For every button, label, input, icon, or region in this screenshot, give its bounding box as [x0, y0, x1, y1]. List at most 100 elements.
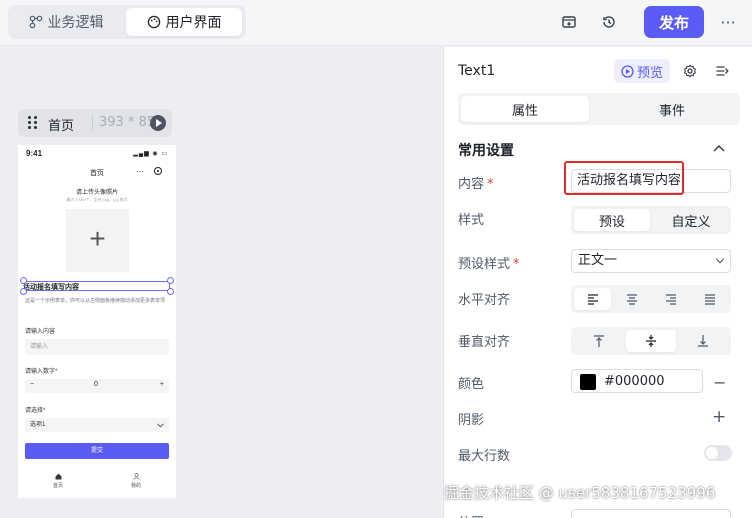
tab-business-logic[interactable]: 业务逻辑: [12, 8, 120, 36]
component-name: Text1: [458, 63, 496, 79]
valign-top-icon: [594, 335, 604, 347]
resize-handle[interactable]: [20, 277, 27, 284]
palette-icon: [147, 15, 160, 29]
add-shadow-button[interactable]: +: [712, 407, 726, 427]
form-description: 这是一个示例表单，你可以从左侧面板继续拖动添加更多表单项: [25, 298, 166, 304]
flow-icon: [29, 15, 42, 29]
stepper-minus[interactable]: −: [30, 381, 34, 388]
resize-handle[interactable]: [167, 277, 174, 284]
design-canvas: 首页 393 * 852 9:41 ▂▄▆ ◉ ▭ 首页 ··· 请上传头像照片…: [0, 47, 442, 518]
valign-middle-button[interactable]: [626, 330, 676, 352]
collapse-panel-icon[interactable]: [714, 63, 730, 79]
highlight-box: [564, 161, 684, 195]
more-menu-icon[interactable]: ···: [716, 10, 740, 34]
preset-style-value: 正文一: [578, 253, 618, 268]
upload-hint: 最大 5 Mb/个，支持 png、jpg 格式: [66, 197, 128, 202]
status-icons: ▂▄▆ ◉ ▭: [133, 151, 168, 157]
phone-tab-mine[interactable]: 我的: [126, 472, 146, 489]
play-circle-icon: [621, 64, 634, 78]
page-name: 首页: [48, 119, 75, 134]
maxlines-label: 最大行数: [458, 449, 511, 464]
input-label: 请输入内容: [25, 329, 56, 335]
submit-button[interactable]: 提交: [25, 443, 169, 459]
preset-style-select[interactable]: 正文一: [571, 249, 731, 273]
valign-middle-icon: [646, 335, 656, 347]
align-left-icon: [587, 294, 598, 305]
resize-handle[interactable]: [20, 288, 27, 295]
position-select[interactable]: [571, 509, 731, 518]
section-title: 常用设置: [458, 143, 514, 159]
phone-tab-home[interactable]: 首页: [48, 473, 68, 489]
top-bar: 业务逻辑 用户界面 发布 ···: [0, 0, 752, 46]
phone-text-input[interactable]: 请输入: [25, 339, 169, 355]
tab-properties[interactable]: 属性: [461, 96, 589, 122]
upload-title: 请上传头像照片: [75, 190, 118, 196]
preview-label: 预览: [636, 65, 663, 81]
chevron-down-icon: [157, 423, 164, 428]
chevron-up-icon[interactable]: [712, 143, 726, 153]
content-label: 内容 *: [458, 173, 494, 192]
color-hex-value: #000000: [604, 374, 665, 389]
phone-close-icon[interactable]: [154, 167, 162, 175]
selected-text: 活动报名填写内容: [23, 284, 79, 291]
quantity-stepper[interactable]: − 0 +: [25, 379, 169, 393]
phone-page-title: 首页: [90, 170, 104, 177]
stepper-plus[interactable]: +: [160, 381, 164, 388]
style-option-preset[interactable]: 预设: [574, 209, 650, 231]
align-left-button[interactable]: [574, 288, 611, 310]
halign-label: 水平对齐: [458, 293, 511, 308]
drag-handle-icon[interactable]: [28, 116, 38, 130]
align-center-button[interactable]: [613, 288, 650, 310]
save-icon[interactable]: [558, 11, 580, 33]
selected-text-component[interactable]: 活动报名填写内容: [20, 277, 174, 295]
publish-button[interactable]: 发布: [644, 6, 704, 38]
number-label: 请输入数字*: [25, 369, 58, 375]
required-mark: *: [513, 257, 520, 272]
color-label: 颜色: [458, 377, 485, 392]
upload-plus-icon[interactable]: +: [66, 209, 129, 272]
phone-tab-home-label: 首页: [52, 483, 63, 489]
history-icon[interactable]: [598, 11, 620, 33]
resize-handle[interactable]: [167, 288, 174, 295]
maxlines-toggle[interactable]: [704, 445, 732, 461]
align-justify-icon: [704, 294, 715, 305]
valign-segmented: [571, 327, 731, 355]
color-swatch[interactable]: [580, 374, 596, 390]
valign-bottom-button[interactable]: [678, 330, 728, 352]
select-label: 请选择*: [25, 408, 46, 414]
phone-tab-mine-label: 我的: [130, 483, 141, 489]
position-label: 位置: [458, 512, 484, 518]
align-center-icon: [626, 294, 637, 305]
preview-button[interactable]: 预览: [614, 59, 670, 83]
align-right-icon: [665, 294, 676, 305]
style-label: 样式: [458, 213, 485, 228]
tab-user-interface[interactable]: 用户界面: [126, 8, 242, 36]
valign-label: 垂直对齐: [458, 335, 511, 350]
align-justify-button[interactable]: [691, 288, 728, 310]
valign-top-button[interactable]: [574, 330, 624, 352]
status-time: 9:41: [26, 149, 43, 158]
mode-switch: 业务逻辑 用户界面: [8, 5, 246, 39]
phone-select-value: 选项1: [30, 422, 46, 428]
preset-style-label-text: 预设样式: [458, 257, 511, 272]
tab-user-interface-label: 用户界面: [165, 15, 222, 31]
style-segmented: 预设 自定义: [571, 206, 731, 234]
play-icon[interactable]: [150, 115, 166, 131]
phone-select[interactable]: 选项1: [25, 418, 169, 432]
phone-preview: 9:41 ▂▄▆ ◉ ▭ 首页 ··· 请上传头像照片 最大 5 Mb/个，支持…: [18, 145, 176, 498]
valign-bottom-icon: [698, 335, 708, 347]
align-right-button[interactable]: [652, 288, 689, 310]
preset-style-label: 预设样式 *: [458, 253, 520, 272]
phone-menu-icon[interactable]: ···: [136, 167, 144, 176]
stepper-value: 0: [94, 381, 98, 388]
panel-tabs: 属性 事件: [458, 93, 740, 125]
tab-events[interactable]: 事件: [608, 96, 736, 122]
home-icon: [55, 473, 61, 480]
remove-color-button[interactable]: −: [713, 373, 726, 392]
style-option-custom[interactable]: 自定义: [653, 209, 729, 231]
user-icon: [132, 472, 140, 480]
tab-business-logic-label: 业务逻辑: [47, 15, 104, 31]
shadow-label: 阴影: [458, 413, 485, 428]
color-input[interactable]: #000000: [571, 369, 703, 393]
settings-icon[interactable]: [682, 63, 698, 79]
